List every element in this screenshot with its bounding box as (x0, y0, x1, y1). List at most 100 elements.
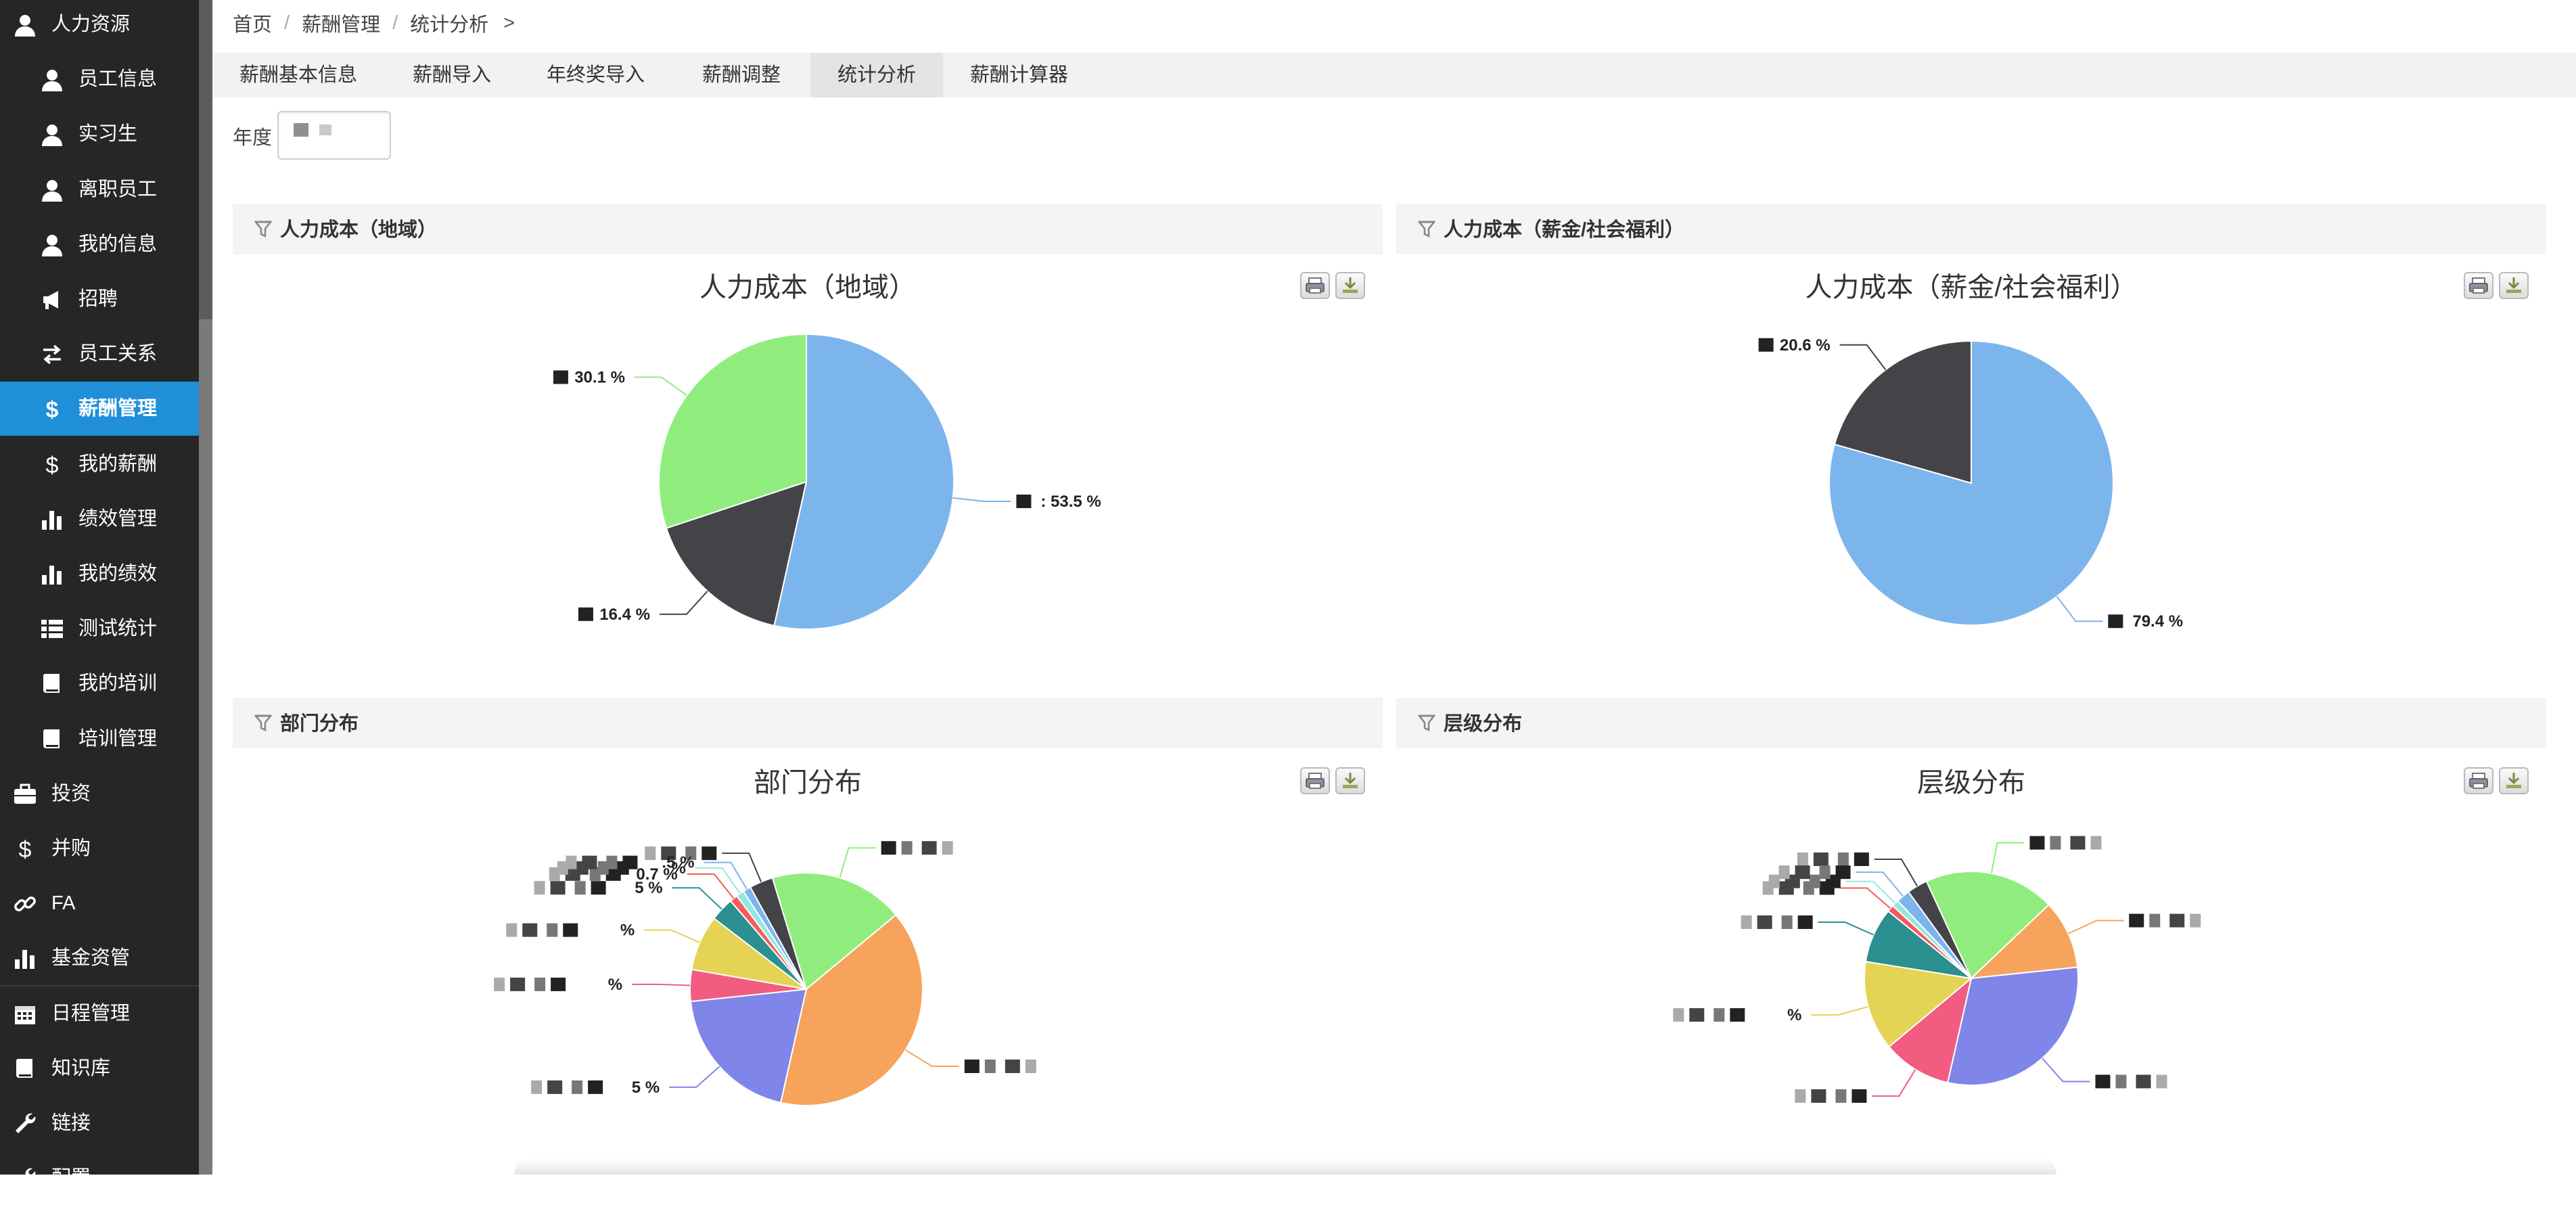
panel-header-level: 层级分布 (1396, 698, 2546, 748)
redacted-label-block (2050, 836, 2061, 850)
sidebar-item[interactable]: 知识库 (0, 1041, 199, 1095)
pie-chart-region-cost: : 53.5 % 16.4 % 30.1 % (553, 333, 1101, 630)
print-chart-button[interactable] (2464, 272, 2493, 299)
redacted-label-block (1025, 1060, 1036, 1074)
sidebar-item[interactable]: 培训管理 (0, 712, 199, 766)
panel-title: 人力成本（薪金/社会福利） (1444, 219, 1685, 241)
user-icon (39, 177, 65, 203)
download-chart-button[interactable] (2499, 272, 2529, 299)
pie-connector (2042, 1058, 2090, 1083)
pie-data-label: 20.6 % (1780, 336, 1831, 355)
panel-title: 部门分布 (280, 713, 359, 735)
sidebar-item[interactable]: 绩效管理 (0, 492, 199, 546)
sidebar-item[interactable]: 基金资管 (0, 931, 199, 985)
download-chart-button[interactable] (2499, 767, 2529, 794)
pie-data-label: .5 % (662, 854, 694, 872)
redacted-label-block (2136, 1074, 2151, 1089)
dollar-icon: $ (39, 396, 65, 422)
redacted-label-block (2129, 913, 2144, 928)
tab-salary-import[interactable]: 薪酬导入 (386, 53, 518, 97)
pie-connector (659, 591, 708, 615)
sidebar-item[interactable]: $ 薪酬管理 (0, 382, 199, 436)
tab-salary-calculator[interactable]: 薪酬计算器 (943, 53, 1095, 97)
redacted-label-block (1730, 1008, 1745, 1022)
sidebar-scrollbar[interactable] (199, 0, 212, 1175)
redacted-label-block (2156, 1074, 2167, 1089)
sidebar-item[interactable]: FA (0, 876, 199, 930)
sidebar-item[interactable]: 离职员工 (0, 162, 199, 217)
print-chart-button[interactable] (1300, 767, 1330, 794)
redacted-label-block (645, 846, 656, 861)
sidebar-item[interactable]: 我的绩效 (0, 547, 199, 601)
sidebar-scrollbar-thumb[interactable] (199, 0, 212, 319)
briefcase-icon (12, 781, 38, 807)
sidebar-item[interactable]: 测试统计 (0, 601, 199, 656)
download-chart-button[interactable] (1335, 767, 1365, 794)
filter-icon[interactable] (254, 714, 272, 733)
redacted-label-block (551, 977, 566, 991)
megaphone-icon (39, 287, 65, 313)
print-chart-button[interactable] (2464, 767, 2493, 794)
breadcrumb-salary[interactable]: 薪酬管理 (302, 9, 380, 37)
sidebar-item-label: 离职员工 (78, 179, 158, 200)
sidebar-item[interactable]: 配置 (0, 1151, 199, 1205)
sidebar-item-label: 招聘 (78, 288, 118, 310)
exchange-icon (39, 342, 65, 367)
sidebar-item[interactable]: 日程管理 (0, 986, 199, 1041)
download-chart-button[interactable] (1335, 272, 1365, 299)
year-label: 年度 (233, 127, 273, 149)
sidebar-item[interactable]: 投资 (0, 767, 199, 821)
sidebar-item[interactable]: 实习生 (0, 107, 199, 161)
user-icon (39, 122, 65, 147)
redacted-label-block (1741, 915, 1752, 930)
redacted-label-block (1835, 865, 1851, 880)
redacted-label-block (1835, 1089, 1847, 1103)
sidebar-item-label: 配置 (51, 1167, 91, 1189)
redacted-label-block (1768, 874, 1780, 888)
tab-salary-adjust[interactable]: 薪酬调整 (675, 53, 808, 97)
pie-data-label: : 53.5 % (1040, 493, 1101, 511)
year-select[interactable] (277, 111, 391, 160)
sidebar-item[interactable]: 员工信息 (0, 52, 199, 106)
sidebar-item[interactable]: $ 并购 (0, 821, 199, 876)
breadcrumb-home[interactable]: 首页 (233, 9, 272, 37)
sidebar-item-label: 链接 (51, 1112, 91, 1134)
redacted-label-block (1854, 852, 1869, 867)
filter-icon[interactable] (1418, 220, 1435, 239)
sidebar-item[interactable]: 招聘 (0, 272, 199, 326)
pie-connector (2068, 919, 2124, 934)
pie-connector (839, 847, 876, 878)
sidebar-item-label: 绩效管理 (78, 508, 158, 530)
sidebar-item[interactable]: 我的信息 (0, 217, 199, 271)
sidebar-item[interactable]: $ 我的薪酬 (0, 437, 199, 491)
sidebar-item[interactable]: 我的培训 (0, 656, 199, 710)
breadcrumb-separator: / (284, 12, 290, 34)
redacted-label-block (1813, 852, 1828, 867)
redacted-label-block (2095, 1074, 2111, 1089)
print-chart-button[interactable] (1300, 272, 1330, 299)
pie-connector (1872, 1069, 1916, 1097)
redacted-label-block (984, 1060, 996, 1074)
sidebar-item[interactable]: 员工关系 (0, 327, 199, 381)
filter-icon[interactable] (1418, 714, 1435, 733)
redacted-label-block (2108, 614, 2123, 629)
sidebar-item-label: 我的绩效 (78, 563, 158, 585)
sidebar-item[interactable]: 链接 (0, 1096, 199, 1150)
wrench-icon (12, 1111, 38, 1137)
sidebar-item[interactable]: 人力资源 (0, 0, 199, 51)
tab-salary-basic[interactable]: 薪酬基本信息 (212, 53, 384, 97)
redacted-label-block (702, 846, 717, 861)
svg-text:$: $ (19, 837, 32, 862)
pie-connector (1839, 344, 1887, 371)
redacted-label-block (588, 1080, 603, 1094)
redacted-label-block (1819, 865, 1831, 880)
sidebar-item-label: 实习生 (78, 123, 138, 145)
panel-title: 层级分布 (1444, 713, 1523, 735)
tab-statistics[interactable]: 统计分析 (810, 53, 944, 97)
tab-bonus-import[interactable]: 年终奖导入 (520, 53, 672, 97)
redacted-label-block (622, 855, 638, 869)
redacted-label-block (547, 1080, 563, 1094)
redacted-label-block (1758, 338, 1774, 352)
filter-icon[interactable] (254, 220, 272, 239)
pie-connector (1811, 1005, 1868, 1016)
